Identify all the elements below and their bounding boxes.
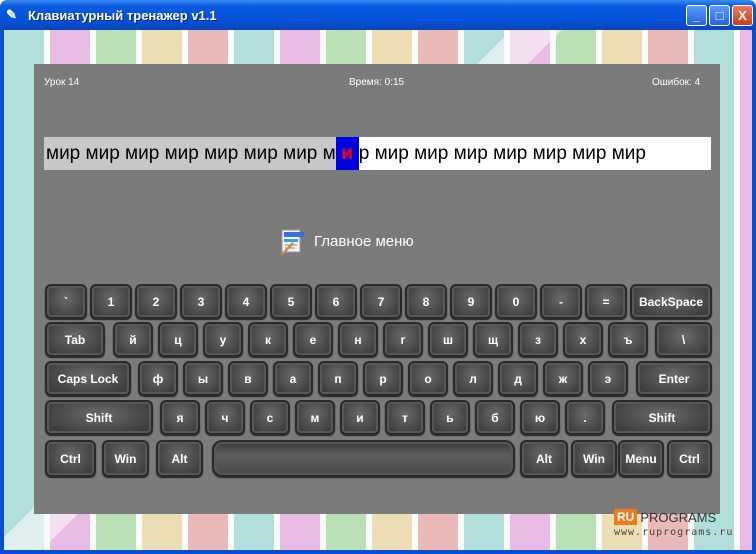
title-bar: ✎ Клавиатурный тренажер v1.1 _ □ X bbox=[0, 0, 756, 30]
key[interactable]: м bbox=[295, 400, 335, 435]
key[interactable]: о bbox=[408, 361, 448, 396]
close-button[interactable]: X bbox=[732, 5, 753, 26]
key[interactable]: т bbox=[385, 400, 425, 435]
watermark-text: PROGRAMS bbox=[640, 509, 717, 525]
key[interactable]: п bbox=[318, 361, 358, 396]
key[interactable]: з bbox=[518, 322, 558, 357]
errors-label: Ошибок: 4 bbox=[652, 77, 701, 88]
app-icon: ✎ bbox=[6, 7, 17, 22]
watermark-ru: RU bbox=[614, 509, 638, 525]
key[interactable]: у bbox=[203, 322, 243, 357]
key[interactable]: . bbox=[565, 400, 605, 435]
key[interactable]: д bbox=[498, 361, 538, 396]
key[interactable]: Tab bbox=[45, 322, 105, 357]
key-space[interactable] bbox=[212, 440, 515, 477]
main-menu-button[interactable]: Главное меню bbox=[278, 226, 414, 256]
key[interactable]: Win bbox=[102, 440, 149, 477]
key[interactable]: ы bbox=[183, 361, 223, 396]
key[interactable]: 5 bbox=[270, 284, 312, 319]
key[interactable]: 0 bbox=[495, 284, 537, 319]
maximize-button[interactable]: □ bbox=[709, 5, 730, 26]
watermark-logo: RU PROGRAMS bbox=[614, 509, 716, 525]
key[interactable]: л bbox=[453, 361, 493, 396]
key[interactable]: э bbox=[588, 361, 628, 396]
minimize-button[interactable]: _ bbox=[686, 5, 707, 26]
key[interactable]: Shift bbox=[612, 400, 712, 435]
key[interactable]: 1 bbox=[90, 284, 132, 319]
key[interactable]: Ctrl bbox=[45, 440, 96, 477]
key[interactable]: а bbox=[273, 361, 313, 396]
key[interactable]: = bbox=[585, 284, 627, 319]
key[interactable]: Enter bbox=[636, 361, 712, 396]
key[interactable]: Menu bbox=[618, 440, 664, 477]
key[interactable]: - bbox=[540, 284, 582, 319]
typed-text: мир мир мир мир мир мир мир м bbox=[44, 137, 336, 170]
key[interactable]: й bbox=[113, 322, 153, 357]
current-char: и bbox=[335, 137, 359, 170]
menu-document-icon bbox=[278, 226, 308, 256]
key[interactable]: \ bbox=[655, 322, 712, 357]
key[interactable]: 3 bbox=[180, 284, 222, 319]
key[interactable]: б bbox=[475, 400, 515, 435]
lesson-label: Урок 14 bbox=[44, 77, 80, 88]
key[interactable]: я bbox=[160, 400, 200, 435]
key[interactable]: 6 bbox=[315, 284, 357, 319]
key[interactable]: BackSpace bbox=[630, 284, 712, 319]
key[interactable]: х bbox=[563, 322, 603, 357]
watermark-url: www.ruprograms.ru bbox=[614, 527, 734, 538]
key[interactable]: Shift bbox=[45, 400, 153, 435]
key[interactable]: р bbox=[363, 361, 403, 396]
key[interactable]: г bbox=[383, 322, 423, 357]
key[interactable]: ь bbox=[430, 400, 470, 435]
main-menu-label: Главное меню bbox=[314, 232, 414, 250]
key[interactable]: с bbox=[250, 400, 290, 435]
key[interactable]: к bbox=[248, 322, 288, 357]
key[interactable]: и bbox=[340, 400, 380, 435]
key[interactable]: 4 bbox=[225, 284, 267, 319]
remaining-text: р мир мир мир мир мир мир мир bbox=[358, 143, 646, 164]
key[interactable]: ж bbox=[543, 361, 583, 396]
key[interactable]: ф bbox=[138, 361, 178, 396]
key[interactable]: ч bbox=[205, 400, 245, 435]
key[interactable]: ъ bbox=[608, 322, 648, 357]
key[interactable]: 8 bbox=[405, 284, 447, 319]
time-label: Время: 0:15 bbox=[349, 77, 405, 88]
key[interactable]: Alt bbox=[156, 440, 203, 477]
key[interactable]: в bbox=[228, 361, 268, 396]
key[interactable]: 9 bbox=[450, 284, 492, 319]
key[interactable]: ` bbox=[45, 284, 87, 319]
key[interactable]: Ctrl bbox=[667, 440, 712, 477]
window-title: Клавиатурный тренажер v1.1 bbox=[28, 7, 217, 23]
key[interactable]: ц bbox=[158, 322, 198, 357]
key[interactable]: Alt bbox=[520, 440, 568, 477]
key[interactable]: 7 bbox=[360, 284, 402, 319]
key[interactable]: 2 bbox=[135, 284, 177, 319]
typing-strip: мир мир мир мир мир мир мир м и р мир ми… bbox=[44, 137, 711, 170]
key[interactable]: ш bbox=[428, 322, 468, 357]
key[interactable]: ю bbox=[520, 400, 560, 435]
key[interactable]: щ bbox=[473, 322, 513, 357]
key[interactable]: Caps Lock bbox=[45, 361, 131, 396]
key[interactable]: н bbox=[338, 322, 378, 357]
key[interactable]: Win bbox=[571, 440, 617, 477]
key[interactable]: е bbox=[293, 322, 333, 357]
